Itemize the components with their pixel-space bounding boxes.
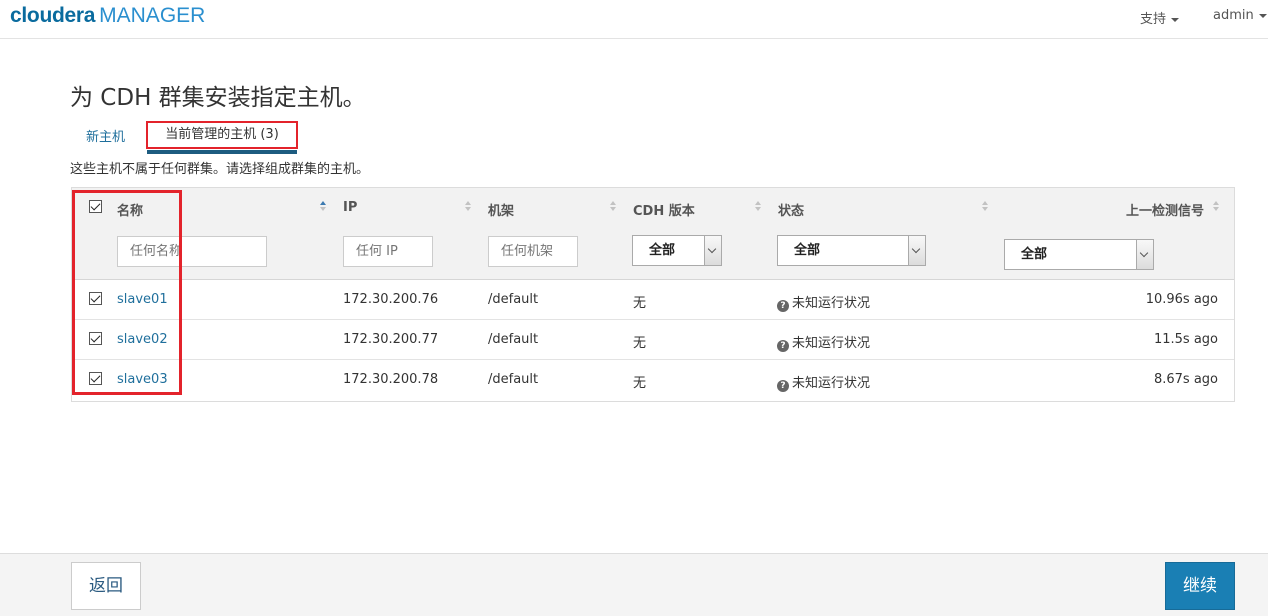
ip-filter-input[interactable]: [343, 236, 433, 267]
chevron-down-icon: [704, 236, 721, 265]
top-navbar: cloudera MANAGER 支持 admin: [0, 0, 1268, 39]
column-header-ip[interactable]: IP: [343, 200, 357, 215]
back-button[interactable]: 返回: [71, 562, 141, 610]
host-last-heartbeat: 11.5s ago: [1153, 332, 1218, 347]
host-status-text: 未知运行状况: [792, 336, 871, 351]
heartbeat-filter-select[interactable]: 全部: [1004, 239, 1154, 270]
sort-icon[interactable]: [610, 201, 617, 213]
logo-product: MANAGER: [99, 4, 206, 27]
support-menu[interactable]: 支持: [1140, 8, 1180, 27]
sort-icon[interactable]: [320, 201, 327, 213]
host-status: ? 未知运行状况: [777, 332, 870, 352]
sort-icon[interactable]: [982, 201, 989, 213]
hosts-table: 名称 IP 机架 CDH 版本 状态 上一检测信号 全部 全部 全部: [71, 187, 1235, 402]
column-header-status[interactable]: 状态: [778, 200, 804, 219]
row-checkbox[interactable]: [89, 292, 102, 305]
row-checkbox[interactable]: [89, 332, 102, 345]
host-name-link[interactable]: slave02: [117, 332, 168, 347]
tab-managed-hosts[interactable]: 当前管理的主机 (3): [146, 121, 298, 149]
select-all-checkbox[interactable]: [89, 200, 102, 213]
host-ip: 172.30.200.76: [343, 292, 439, 307]
question-circle-icon: ?: [777, 300, 789, 312]
chevron-down-icon: [1171, 17, 1180, 22]
continue-button[interactable]: 继续: [1165, 562, 1235, 610]
host-last-heartbeat: 8.67s ago: [1153, 372, 1218, 387]
host-status: ? 未知运行状况: [777, 292, 870, 312]
host-cdh-version: 无: [633, 336, 647, 351]
host-name-link[interactable]: slave01: [117, 292, 168, 307]
logo-brand: cloudera: [10, 4, 96, 27]
active-tab-indicator: [147, 150, 297, 154]
rack-filter-input[interactable]: [488, 236, 578, 267]
host-status-text: 未知运行状况: [792, 376, 871, 391]
sort-icon[interactable]: [465, 201, 472, 213]
host-status: ? 未知运行状况: [777, 372, 870, 392]
support-menu-label: 支持: [1140, 12, 1167, 27]
column-header-cdh-version[interactable]: CDH 版本: [633, 200, 695, 219]
chevron-down-icon: [908, 236, 925, 265]
host-ip: 172.30.200.78: [343, 372, 439, 387]
host-rack: /default: [488, 292, 539, 307]
cdh-version-filter-value: 全部: [649, 243, 676, 258]
host-last-heartbeat: 10.96s ago: [1145, 292, 1218, 307]
row-checkbox[interactable]: [89, 372, 102, 385]
user-menu-label: admin: [1213, 8, 1254, 23]
status-filter-select[interactable]: 全部: [777, 235, 926, 266]
host-status-text: 未知运行状况: [792, 296, 871, 311]
tab-new-hosts[interactable]: 新主机: [86, 126, 125, 145]
table-row[interactable]: slave01 172.30.200.76 /default 无 ? 未知运行状况…: [72, 280, 1234, 320]
chevron-down-icon: [1136, 240, 1153, 269]
host-cdh-version: 无: [633, 296, 647, 311]
question-circle-icon: ?: [777, 380, 789, 392]
chevron-down-icon: [1258, 13, 1267, 18]
column-header-rack[interactable]: 机架: [488, 200, 514, 219]
host-rack: /default: [488, 372, 539, 387]
table-row[interactable]: slave03 172.30.200.78 /default 无 ? 未知运行状况…: [72, 360, 1234, 400]
table-header: 名称 IP 机架 CDH 版本 状态 上一检测信号 全部 全部 全部: [72, 188, 1234, 280]
cloudera-manager-logo[interactable]: cloudera MANAGER: [10, 3, 205, 28]
name-filter-input[interactable]: [117, 236, 267, 267]
host-cdh-version: 无: [633, 376, 647, 391]
page-description: 这些主机不属于任何群集。请选择组成群集的主机。: [70, 162, 370, 177]
sort-icon[interactable]: [1213, 201, 1220, 213]
heartbeat-filter-value: 全部: [1021, 247, 1048, 262]
table-row[interactable]: slave02 172.30.200.77 /default 无 ? 未知运行状况…: [72, 320, 1234, 360]
status-filter-value: 全部: [794, 243, 821, 258]
column-header-name[interactable]: 名称: [117, 200, 143, 219]
host-rack: /default: [488, 332, 539, 347]
sort-icon[interactable]: [755, 201, 762, 213]
question-circle-icon: ?: [777, 340, 789, 352]
host-name-link[interactable]: slave03: [117, 372, 168, 387]
cdh-version-filter-select[interactable]: 全部: [632, 235, 722, 266]
user-menu[interactable]: admin: [1213, 8, 1267, 23]
footer-bar: [0, 553, 1268, 616]
column-header-last-heartbeat[interactable]: 上一检测信号: [1126, 200, 1204, 219]
page-title: 为 CDH 群集安装指定主机。: [70, 85, 366, 111]
host-ip: 172.30.200.77: [343, 332, 439, 347]
